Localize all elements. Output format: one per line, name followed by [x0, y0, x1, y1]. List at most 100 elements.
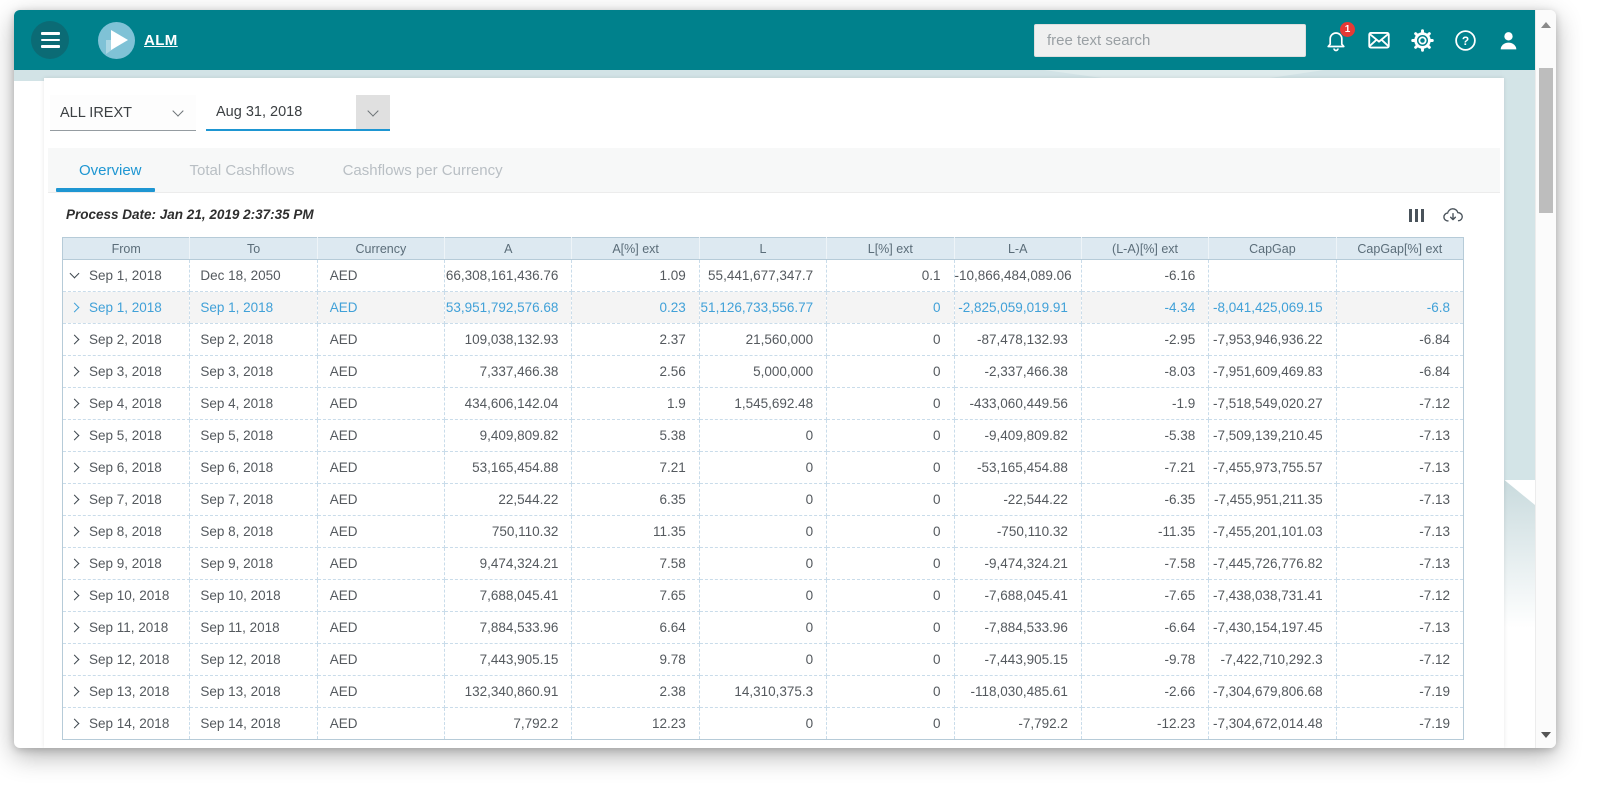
cell-from: Sep 4, 2018 — [62, 387, 191, 420]
cell-value: -11.35 — [1081, 515, 1210, 548]
background-decor-right-fade — [1502, 478, 1535, 628]
app-title-link[interactable]: ALM — [144, 32, 178, 49]
cell-from: Sep 5, 2018 — [62, 419, 191, 452]
cell-value: -7.65 — [1081, 579, 1210, 612]
svg-text:?: ? — [1461, 33, 1468, 47]
cell-value: 0 — [826, 707, 955, 740]
cell-from: Sep 13, 2018 — [62, 675, 191, 708]
expand-row-icon[interactable] — [69, 718, 80, 729]
date-selector-dropdown[interactable]: Aug 31, 2018 — [206, 95, 390, 131]
from-date-text: Sep 8, 2018 — [89, 524, 162, 539]
table-row[interactable]: Sep 3, 2018 Sep 3, 2018 AED 7,337,466.38 2.5… — [62, 355, 1464, 388]
cell-value: 53,951,792,576.68 — [444, 291, 573, 324]
table-row[interactable]: Sep 5, 2018 Sep 5, 2018 AED 9,409,809.82 5.3… — [62, 419, 1464, 452]
cell-from: Sep 7, 2018 — [62, 483, 191, 516]
cell-value: -5.38 — [1081, 419, 1210, 452]
table-row[interactable]: Sep 12, 2018 Sep 12, 2018 AED 7,443,905.15 9… — [62, 643, 1464, 676]
cell-value: 12.23 — [571, 707, 700, 740]
cell-value: -7,304,672,014.48 — [1208, 707, 1337, 740]
expand-row-icon[interactable] — [69, 398, 80, 409]
cloud-download-icon[interactable] — [1442, 205, 1464, 225]
cell-value: 55,441,677,347.7 — [699, 259, 828, 292]
user-profile-icon[interactable] — [1495, 27, 1521, 53]
from-date-text: Sep 6, 2018 — [89, 460, 162, 475]
tab-cashflows-per-currency[interactable]: Cashflows per Currency — [326, 148, 520, 192]
column-header-l-a[interactable]: L-A — [954, 237, 1082, 260]
table-row[interactable]: Sep 10, 2018 Sep 10, 2018 AED 7,688,045.41 7… — [62, 579, 1464, 612]
search-input[interactable] — [1034, 23, 1306, 57]
cell-value: 0 — [826, 611, 955, 644]
cell-value: 1.9 — [571, 387, 700, 420]
expand-row-icon[interactable] — [69, 526, 80, 537]
column-header-from[interactable]: From — [62, 237, 191, 260]
cell-to: Sep 13, 2018 — [189, 675, 318, 708]
messages-envelope-icon[interactable] — [1366, 27, 1392, 53]
cell-to: Sep 5, 2018 — [189, 419, 318, 452]
expand-row-icon[interactable] — [69, 558, 80, 569]
column-header-capgap[interactable]: CapGap — [1208, 237, 1337, 260]
column-header-l-ext[interactable]: L[%] ext — [826, 237, 955, 260]
table-row[interactable]: Sep 14, 2018 Sep 14, 2018 AED 7,792.2 12.23 0… — [62, 707, 1464, 740]
column-header-currency[interactable]: Currency — [317, 237, 446, 260]
expand-row-icon[interactable] — [69, 462, 80, 473]
expand-row-icon[interactable] — [69, 430, 80, 441]
table-row[interactable]: Sep 13, 2018 Sep 13, 2018 AED 132,340,860.9… — [62, 675, 1464, 708]
table-row[interactable]: Sep 7, 2018 Sep 7, 2018 AED 22,544.22 6.35 0 0… — [62, 483, 1464, 516]
table-row[interactable]: Sep 1, 2018 Dec 18, 2050 AED 66,308,161,436… — [62, 259, 1464, 292]
notification-count-badge: 1 — [1340, 22, 1355, 37]
expand-row-icon[interactable] — [69, 654, 80, 665]
date-selector-button[interactable] — [356, 95, 390, 129]
collapse-row-icon[interactable] — [69, 268, 80, 279]
page-scrollbar[interactable] — [1535, 10, 1556, 748]
cell-to: Sep 7, 2018 — [189, 483, 318, 516]
cell-value: -118,030,485.61 — [954, 675, 1082, 708]
cell-value: -6.84 — [1336, 323, 1464, 356]
cell-value: 109,038,132.93 — [444, 323, 573, 356]
scroll-down-arrow-icon[interactable] — [1541, 732, 1551, 738]
tab-overview[interactable]: Overview — [56, 148, 159, 192]
table-row[interactable]: Sep 1, 2018 Sep 1, 2018 AED 53,951,792,576.… — [62, 291, 1464, 324]
cell-value: 21,560,000 — [699, 323, 828, 356]
table-row[interactable]: Sep 6, 2018 Sep 6, 2018 AED 53,165,454.88 7.… — [62, 451, 1464, 484]
cell-value: -9,474,324.21 — [954, 547, 1082, 580]
table-row[interactable]: Sep 2, 2018 Sep 2, 2018 AED 109,038,132.93 2… — [62, 323, 1464, 356]
cell-value: 0 — [699, 451, 828, 484]
tab-total-cashflows[interactable]: Total Cashflows — [173, 148, 312, 192]
cell-value: 9,474,324.21 — [444, 547, 573, 580]
expand-row-icon[interactable] — [69, 622, 80, 633]
column-header-to[interactable]: To — [189, 237, 318, 260]
cell-value: -7.19 — [1336, 707, 1464, 740]
expand-row-icon[interactable] — [69, 366, 80, 377]
scroll-up-arrow-icon[interactable] — [1541, 22, 1551, 28]
cell-value: 0 — [826, 291, 955, 324]
table-row[interactable]: Sep 8, 2018 Sep 8, 2018 AED 750,110.32 11.35… — [62, 515, 1464, 548]
column-header-l[interactable]: L — [699, 237, 828, 260]
expand-row-icon[interactable] — [69, 334, 80, 345]
table-row[interactable]: Sep 4, 2018 Sep 4, 2018 AED 434,606,142.04 1… — [62, 387, 1464, 420]
scrollbar-thumb[interactable] — [1539, 68, 1553, 213]
column-header-capgap-ext[interactable]: CapGap[%] ext — [1336, 237, 1464, 260]
cell-value: -1.9 — [1081, 387, 1210, 420]
cell-value: 0 — [699, 643, 828, 676]
column-header-l-a-ext[interactable]: (L-A)[%] ext — [1081, 237, 1210, 260]
expand-row-icon[interactable] — [69, 590, 80, 601]
notifications-bell-icon[interactable]: 1 — [1323, 22, 1355, 53]
column-header-a[interactable]: A — [444, 237, 573, 260]
table-row[interactable]: Sep 9, 2018 Sep 9, 2018 AED 9,474,324.21 7.5… — [62, 547, 1464, 580]
cell-currency: AED — [317, 291, 446, 324]
column-chooser-icon[interactable] — [1408, 208, 1424, 222]
expand-row-icon[interactable] — [69, 494, 80, 505]
play-logo-icon[interactable] — [98, 21, 135, 59]
fund-selector-dropdown[interactable]: ALL IREXT — [50, 95, 196, 131]
cell-currency: AED — [317, 259, 446, 292]
expand-row-icon[interactable] — [69, 686, 80, 697]
hamburger-menu-icon[interactable] — [31, 21, 69, 59]
cell-value: -87,478,132.93 — [954, 323, 1082, 356]
table-row[interactable]: Sep 11, 2018 Sep 11, 2018 AED 7,884,533.96 6… — [62, 611, 1464, 644]
help-icon[interactable]: ? — [1452, 27, 1478, 53]
expand-row-icon[interactable] — [69, 302, 80, 313]
cell-value: 1,545,692.48 — [699, 387, 828, 420]
settings-gear-icon[interactable] — [1409, 27, 1435, 53]
cell-value: -12.23 — [1081, 707, 1210, 740]
column-header-a-ext[interactable]: A[%] ext — [571, 237, 700, 260]
